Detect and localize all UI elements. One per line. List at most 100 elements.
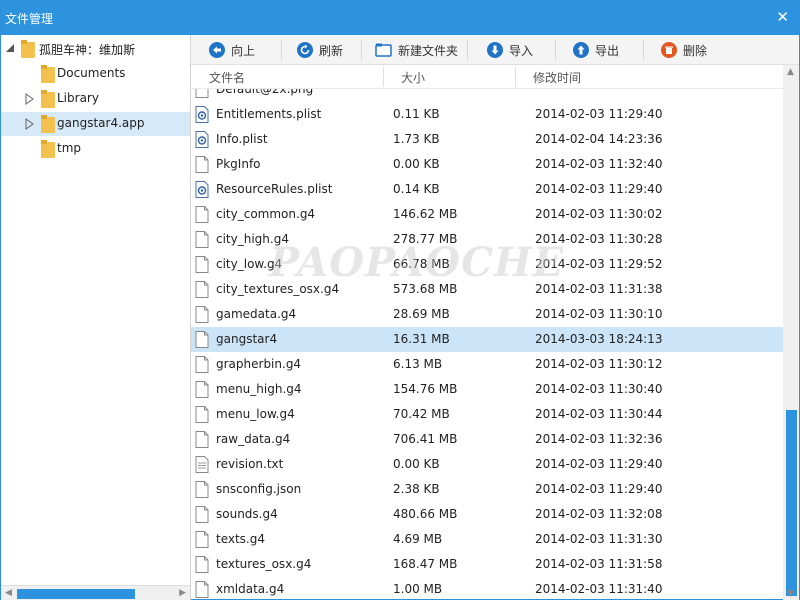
file-row[interactable]: texts.g4 4.69 MB 2014-02-03 11:31:30 [191, 527, 783, 552]
file-size: 0.11 KB [393, 107, 440, 121]
file-icon [195, 156, 209, 173]
file-row[interactable]: ResourceRules.plist 0.14 KB 2014-02-03 11:… [191, 177, 783, 202]
column-divider[interactable] [383, 67, 384, 87]
tree-horizontal-scrollbar[interactable]: ◀ ▶ [1, 585, 190, 600]
new-folder-button[interactable]: 新建文件夹 [375, 38, 458, 62]
file-size: 278.77 MB [393, 232, 458, 246]
file-size: 1.73 KB [393, 132, 440, 146]
collapsed-arrow-icon[interactable] [25, 93, 35, 105]
file-size: 66.78 MB [393, 257, 450, 271]
tree-item-label: Library [57, 91, 99, 105]
file-icon [195, 356, 209, 373]
file-name: city_low.g4 [216, 257, 283, 271]
file-size: 480.66 MB [393, 507, 458, 521]
collapsed-arrow-icon[interactable] [25, 118, 35, 130]
file-name: textures_osx.g4 [216, 557, 312, 571]
scrollbar-thumb[interactable] [786, 410, 797, 596]
scrollbar-thumb[interactable] [17, 589, 135, 599]
plist-file-icon [195, 131, 209, 148]
close-icon[interactable]: ✕ [776, 8, 789, 26]
up-button[interactable]: 向上 [209, 38, 255, 62]
tree-item-label: Documents [57, 66, 126, 80]
file-row[interactable]: grapherbin.g4 6.13 MB 2014-02-03 11:30:12 [191, 352, 783, 377]
file-row[interactable]: xmldata.g4 1.00 MB 2014-02-03 11:31:40 [191, 577, 783, 600]
file-size: 6.13 MB [393, 357, 443, 371]
up-button-label: 向上 [231, 43, 256, 58]
file-modified-time: 2014-02-03 11:30:28 [535, 232, 663, 246]
refresh-icon [297, 42, 313, 58]
scroll-up-icon[interactable]: ▲ [787, 67, 794, 77]
export-button-label: 导出 [595, 43, 620, 58]
toolbar-divider [361, 40, 362, 60]
scroll-left-icon[interactable]: ◀ [5, 588, 12, 598]
expanded-arrow-icon[interactable] [5, 43, 15, 55]
file-row[interactable]: gamedata.g4 28.69 MB 2014-02-03 11:30:10 [191, 302, 783, 327]
column-modified[interactable]: 修改时间 [533, 69, 581, 86]
file-name: gamedata.g4 [216, 307, 297, 321]
file-modified-time: 2014-02-03 11:30:40 [535, 382, 663, 396]
back-arrow-icon [209, 42, 225, 58]
delete-button-label: 删除 [683, 43, 708, 58]
file-icon [195, 256, 209, 273]
file-name: menu_high.g4 [216, 382, 302, 396]
scroll-down-icon[interactable]: ▼ [787, 589, 794, 599]
export-button[interactable]: 导出 [573, 38, 619, 62]
file-list-vertical-scrollbar[interactable]: ▲ ▼ [783, 65, 799, 600]
file-size: 1.00 MB [393, 582, 443, 596]
file-modified-time: 2014-02-03 11:30:10 [535, 307, 663, 321]
file-row[interactable]: snsconfig.json 2.38 KB 2014-02-03 11:29:40 [191, 477, 783, 502]
file-name: raw_data.g4 [216, 432, 291, 446]
file-size: 16.31 MB [393, 332, 450, 346]
file-name: texts.g4 [216, 532, 266, 546]
title-bar: 文件管理 ✕ [1, 1, 799, 35]
toolbar: 向上 刷新 新建文件夹 导入 导出 删除 [191, 35, 799, 65]
file-row[interactable]: city_high.g4 278.77 MB 2014-02-03 11:30:28 [191, 227, 783, 252]
file-icon [195, 206, 209, 223]
tree-item-gangstar4-app[interactable]: gangstar4.app [1, 112, 190, 136]
file-row[interactable]: textures_osx.g4 168.47 MB 2014-02-03 11:31… [191, 552, 783, 577]
file-row[interactable]: revision.txt 0.00 KB 2014-02-03 11:29:40 [191, 452, 783, 477]
window-title: 文件管理 [5, 12, 54, 26]
tree-item-label: 孤胆车神：维加斯 [39, 43, 136, 57]
file-row[interactable]: Info.plist 1.73 KB 2014-02-04 14:23:36 [191, 127, 783, 152]
file-icon [195, 431, 209, 448]
tree-item-documents[interactable]: Documents [1, 62, 190, 86]
file-row[interactable]: raw_data.g4 706.41 MB 2014-02-03 11:32:36 [191, 427, 783, 452]
file-modified-time: 2014-02-03 11:30:44 [535, 407, 663, 421]
folder-icon [41, 115, 55, 133]
delete-button[interactable]: 删除 [661, 38, 707, 62]
import-button[interactable]: 导入 [487, 38, 533, 62]
new-folder-button-label: 新建文件夹 [398, 43, 459, 58]
folder-icon [41, 65, 55, 83]
file-row[interactable]: PkgInfo 0.00 KB 2014-02-03 11:32:40 [191, 152, 783, 177]
file-icon [195, 506, 209, 523]
file-modified-time: 2014-03-03 18:24:13 [535, 332, 663, 346]
file-modified-time: 2014-02-04 14:23:36 [535, 132, 663, 146]
file-icon [195, 481, 209, 498]
scroll-right-icon[interactable]: ▶ [179, 588, 186, 598]
tree-item-library[interactable]: Library [1, 87, 190, 111]
file-size: 168.47 MB [393, 557, 458, 571]
column-name[interactable]: 文件名 [209, 69, 245, 86]
file-row[interactable]: Default@2x.png [191, 89, 783, 102]
refresh-button-label: 刷新 [319, 43, 344, 58]
file-row[interactable]: menu_low.g4 70.42 MB 2014-02-03 11:30:44 [191, 402, 783, 427]
plist-file-icon [195, 106, 209, 123]
import-button-label: 导入 [509, 43, 534, 58]
file-row[interactable]: menu_high.g4 154.76 MB 2014-02-03 11:30:40 [191, 377, 783, 402]
file-modified-time: 2014-02-03 11:29:40 [535, 482, 663, 496]
file-row[interactable]: city_textures_osx.g4 573.68 MB 2014-02-03 … [191, 277, 783, 302]
file-row[interactable]: city_low.g4 66.78 MB 2014-02-03 11:29:52 [191, 252, 783, 277]
file-size: 146.62 MB [393, 207, 458, 221]
file-name: gangstar4 [216, 332, 278, 346]
tree-item-tmp[interactable]: tmp [1, 137, 190, 161]
tree-item-root[interactable]: 孤胆车神：维加斯 [1, 37, 190, 61]
refresh-button[interactable]: 刷新 [297, 38, 343, 62]
file-row[interactable]: Entitlements.plist 0.11 KB 2014-02-03 11:2… [191, 102, 783, 127]
file-row[interactable]: sounds.g4 480.66 MB 2014-02-03 11:32:08 [191, 502, 783, 527]
column-size[interactable]: 大小 [401, 69, 425, 86]
file-row[interactable]: gangstar4 16.31 MB 2014-03-03 18:24:13 [191, 327, 783, 352]
column-divider[interactable] [515, 67, 516, 87]
file-modified-time: 2014-02-03 11:32:36 [535, 432, 663, 446]
file-row[interactable]: city_common.g4 146.62 MB 2014-02-03 11:30:… [191, 202, 783, 227]
